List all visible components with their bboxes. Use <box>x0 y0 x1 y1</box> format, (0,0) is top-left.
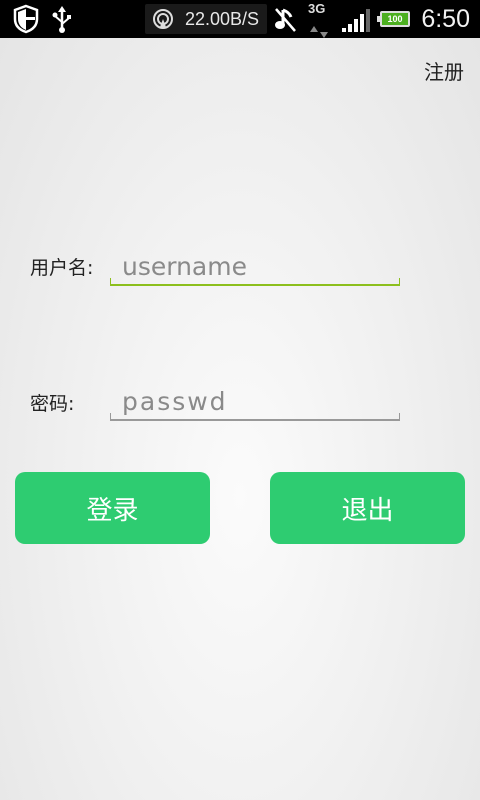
username-underline <box>110 278 400 286</box>
usb-icon <box>50 0 74 38</box>
signal-icon <box>340 0 372 38</box>
data-arrows-icon <box>308 6 330 44</box>
username-field-container <box>110 246 400 286</box>
status-bar: 22.00B/S 3G 100 6:50 <box>0 0 480 38</box>
register-link[interactable]: 注册 <box>424 56 464 85</box>
shield-icon <box>12 0 40 38</box>
login-button[interactable]: 登录 <box>15 472 210 544</box>
network-speed-text: 22.00B/S <box>185 9 260 29</box>
password-field-container <box>110 381 400 421</box>
battery-icon: 100 <box>377 11 410 27</box>
password-underline <box>110 413 400 421</box>
hotspot-icon <box>152 0 174 38</box>
username-label: 用户名: <box>30 257 94 279</box>
battery-level: 100 <box>387 14 403 24</box>
clock: 6:50 <box>421 5 470 33</box>
password-label: 密码: <box>30 393 75 415</box>
music-off-icon <box>273 0 297 38</box>
exit-button[interactable]: 退出 <box>270 472 465 544</box>
